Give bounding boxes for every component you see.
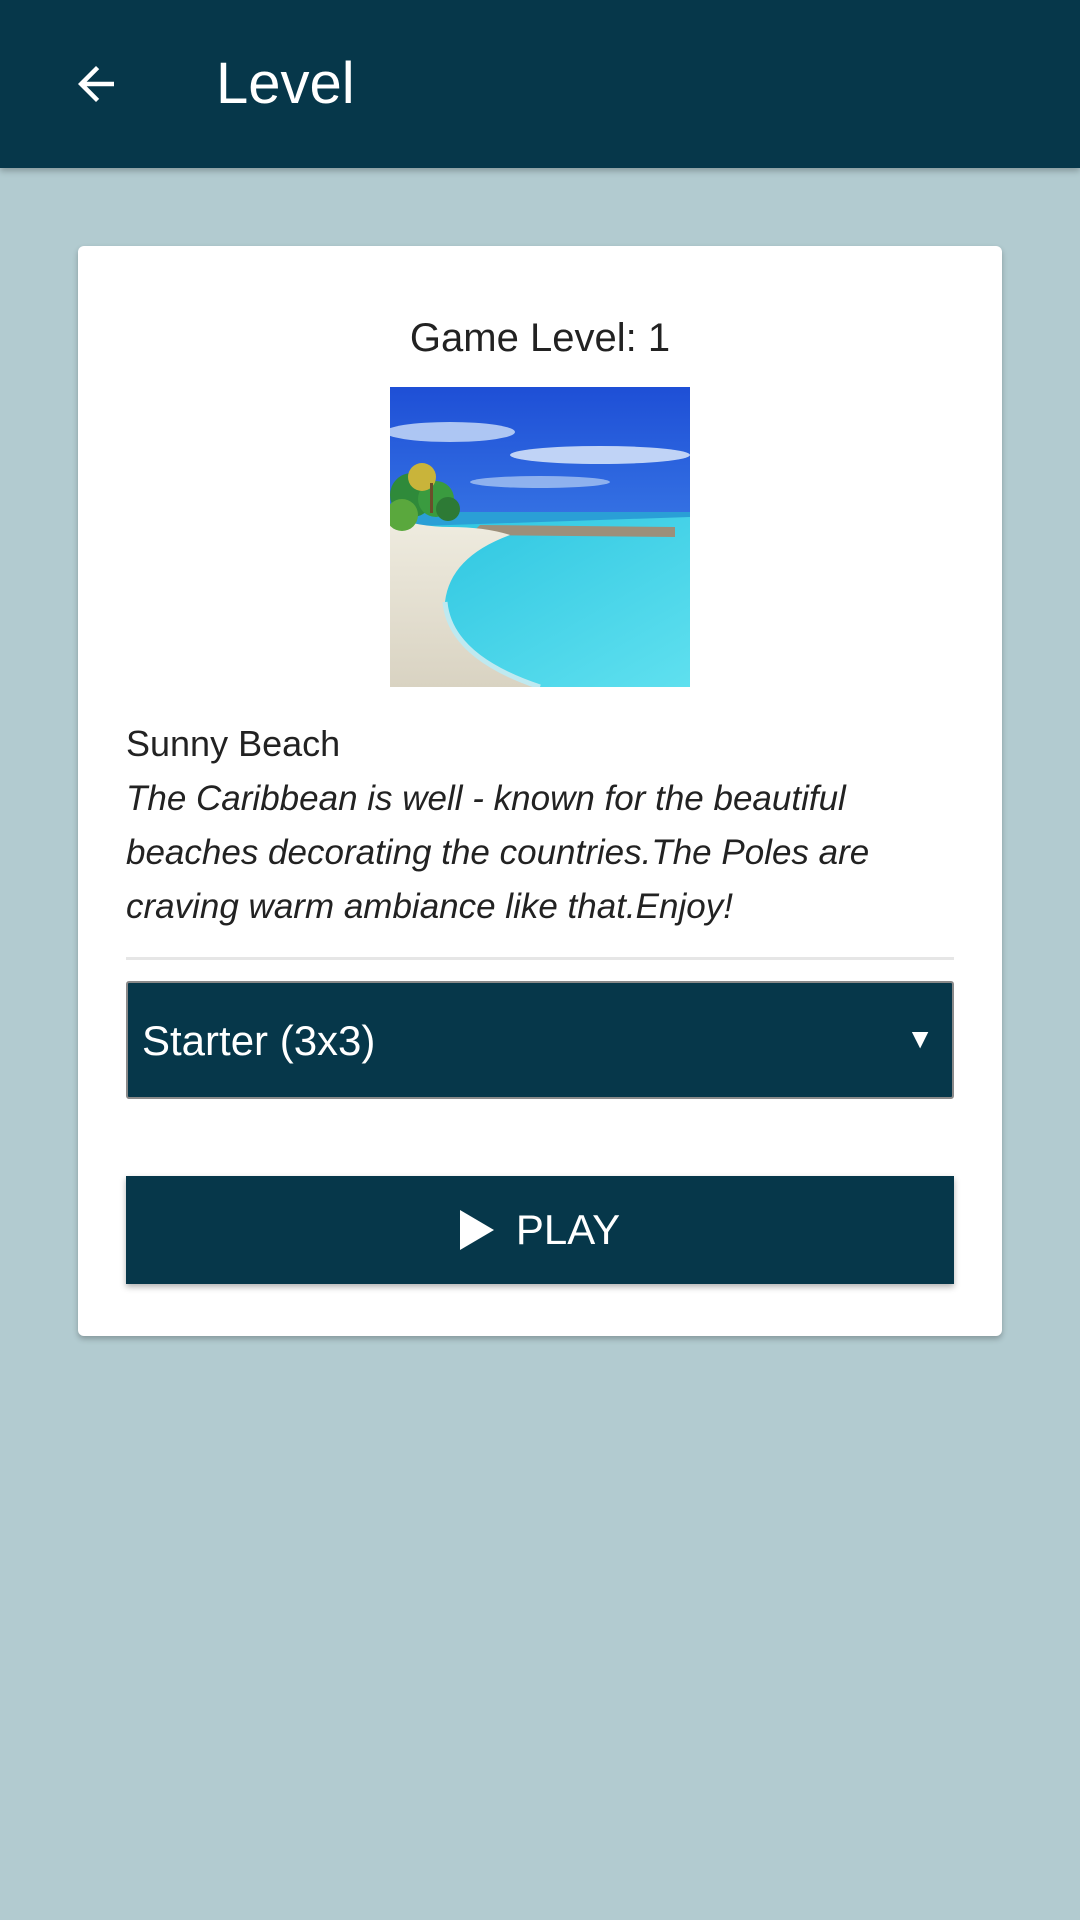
divider xyxy=(126,957,954,960)
arrow-back-icon xyxy=(78,66,114,102)
game-level-heading: Game Level: 1 xyxy=(409,316,671,360)
difficulty-selected-value: Starter (3x3) xyxy=(142,1017,376,1064)
play-label: PLAY xyxy=(515,1206,621,1253)
play-button[interactable]: PLAY xyxy=(126,1176,954,1284)
page-title: Level xyxy=(216,51,355,116)
app-bar: Level xyxy=(0,0,1080,168)
difficulty-select[interactable]: Starter (3x3) ▼ xyxy=(126,981,954,1099)
level-name: Sunny Beach xyxy=(126,723,341,764)
level-description: The Caribbean is well - known for the be… xyxy=(126,779,870,926)
back-button[interactable] xyxy=(56,44,136,124)
play-icon xyxy=(459,1210,494,1250)
dropdown-arrow-icon: ▼ xyxy=(906,1023,934,1054)
level-image xyxy=(390,387,690,687)
level-card: Game Level: 1 Sunny Beach The Caribbean … xyxy=(78,246,1002,1336)
